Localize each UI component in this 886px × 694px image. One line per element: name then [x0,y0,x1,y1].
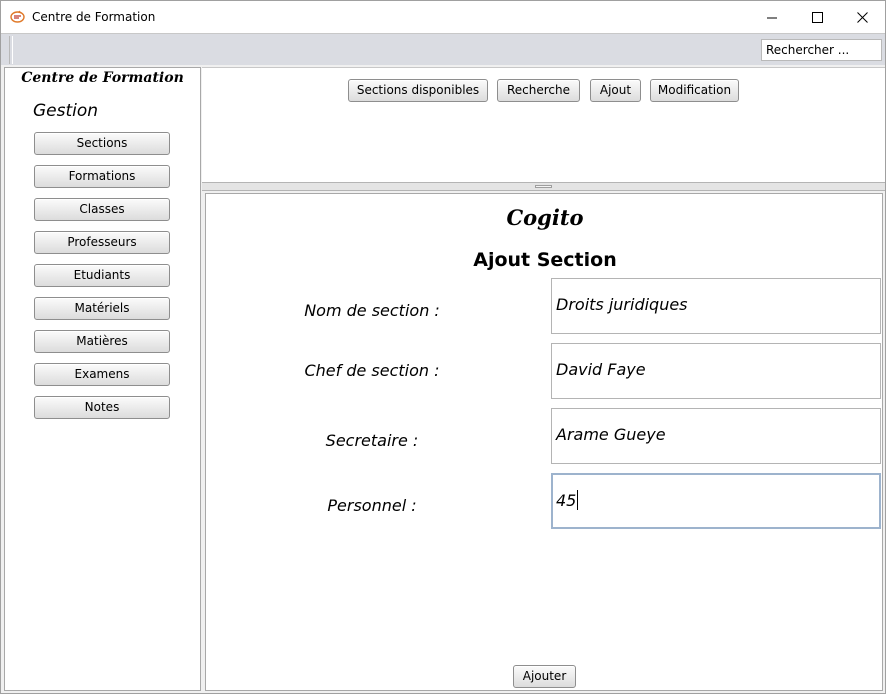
recherche-button[interactable]: Recherche [497,79,580,102]
maximize-button[interactable] [794,1,840,33]
window-title: Centre de Formation [32,10,156,24]
sidebar-item-professeurs[interactable]: Professeurs [34,231,170,254]
modification-button[interactable]: Modification [650,79,739,102]
personnel-value: 45 [556,491,577,510]
personnel-input[interactable]: 45 [551,473,881,529]
splitter-grip[interactable] [535,185,552,188]
form-title: Ajout Section [473,249,617,271]
toolbar [1,33,885,65]
nom-section-label: Nom de section : [304,301,440,320]
sidebar-item-etudiants[interactable]: Etudiants [34,264,170,287]
split-pane-divider[interactable] [202,182,885,191]
app-window: Centre de Formation Centre de Formation … [0,0,886,694]
secretaire-input[interactable]: Arame Gueye [551,408,881,464]
form-panel: Cogito Ajout Section Nom de section : Dr… [205,193,883,691]
sidebar-heading: Gestion [33,101,99,121]
sidebar-item-materiels[interactable]: Matériels [34,297,170,320]
secretaire-label: Secretaire : [325,431,419,450]
top-panel: Sections disponibles Recherche Ajout Mod… [202,67,885,182]
personnel-label: Personnel : [327,496,417,515]
sidebar-item-examens[interactable]: Examens [34,363,170,386]
search-input[interactable] [761,39,882,61]
minimize-icon [766,17,777,18]
form-brand: Cogito [506,205,584,230]
sidebar-item-formations[interactable]: Formations [34,165,170,188]
sections-disponibles-button[interactable]: Sections disponibles [348,79,488,102]
title-bar: Centre de Formation [1,1,885,33]
sidebar-brand: Centre de Formation [21,70,184,86]
sidebar-item-notes[interactable]: Notes [34,396,170,419]
ajouter-button[interactable]: Ajouter [513,665,576,688]
close-icon [856,11,868,23]
toolbar-grip[interactable] [9,36,13,64]
text-caret [577,490,579,510]
nom-section-input[interactable]: Droits juridiques [551,278,881,334]
chef-section-label: Chef de section : [304,361,440,380]
sidebar-item-sections[interactable]: Sections [34,132,170,155]
minimize-button[interactable] [749,1,795,33]
sidebar-item-matieres[interactable]: Matières [34,330,170,353]
close-button[interactable] [839,1,885,33]
chef-section-input[interactable]: David Faye [551,343,881,399]
app-logo-icon [10,10,25,23]
sidebar-item-classes[interactable]: Classes [34,198,170,221]
ajout-button[interactable]: Ajout [590,79,641,102]
sidebar: Centre de Formation Gestion Sections For… [4,67,201,691]
maximize-icon [811,11,823,23]
